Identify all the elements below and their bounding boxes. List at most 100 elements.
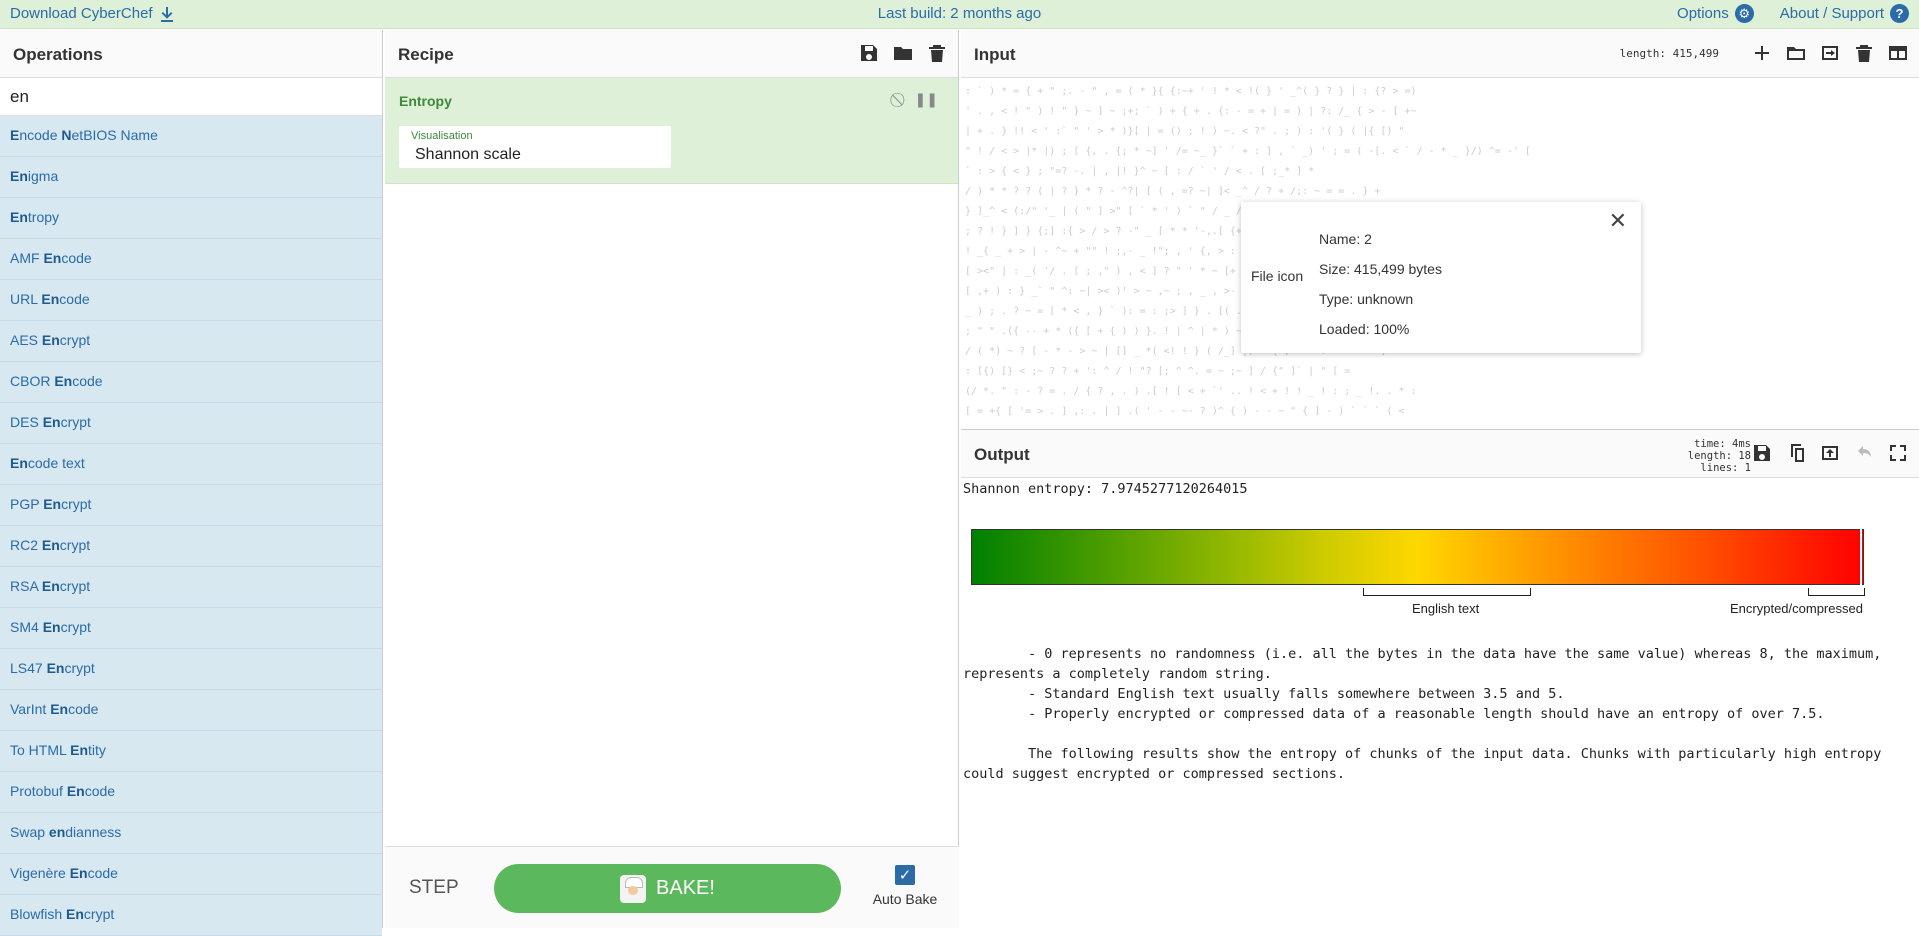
- operation-text: PGP: [10, 496, 43, 512]
- output-length: length: 18: [1688, 450, 1751, 462]
- search-highlight: En: [54, 373, 72, 389]
- clear-input-trash-icon[interactable]: [1853, 42, 1875, 64]
- copy-output-icon[interactable]: [1785, 442, 1807, 464]
- operation-text: crypt: [60, 578, 90, 594]
- operation-list-item[interactable]: SM4 Encrypt: [0, 608, 382, 649]
- operations-list: Encode NetBIOS Name Enigma Entropy AMF Enco…: [0, 116, 382, 936]
- operation-list-item[interactable]: Protobuf Encode: [0, 772, 382, 813]
- search-highlight: En: [10, 455, 28, 471]
- gear-icon[interactable]: ⚙: [1735, 4, 1754, 23]
- operation-list-item[interactable]: Blowfish Encrypt: [0, 895, 382, 936]
- top-banner: Download CyberChef Last build: 2 months …: [0, 0, 1919, 29]
- operations-pane: Operations en Encode NetBIOS Name Enigma E…: [0, 30, 383, 928]
- visualisation-select[interactable]: Visualisation Shannon scale: [399, 126, 671, 168]
- save-output-icon[interactable]: [1751, 442, 1773, 464]
- operation-text: To HTML: [10, 742, 70, 758]
- operation-list-item[interactable]: CBOR Encode: [0, 362, 382, 403]
- operation-text: LS47: [10, 660, 47, 676]
- operation-list-item[interactable]: Vigenère Encode: [0, 854, 382, 895]
- pause-breakpoint-icon[interactable]: ❚❚: [915, 91, 938, 108]
- undo-icon[interactable]: [1853, 442, 1875, 464]
- visualisation-label: Visualisation: [411, 130, 473, 142]
- operation-list-item[interactable]: RSA Encrypt: [0, 567, 382, 608]
- search-highlight: en: [49, 824, 65, 840]
- chef-icon: [620, 875, 646, 903]
- shannon-entropy-line: Shannon entropy: 7.9745277120264015: [963, 481, 1247, 497]
- operation-text: Protobuf: [10, 783, 67, 799]
- input-binary-line: " ! / < > |* |) ; [ {, . {; * ~] ' /= ~_…: [965, 142, 1915, 162]
- about-support-link[interactable]: About / Support: [1780, 5, 1884, 22]
- input-binary-line: ' . , < ! " ) ! " } ~ ] ~ ;+; ` ) + { + …: [965, 102, 1915, 122]
- input-binary-line: | + . } !! < ' :` " ' > * )}[ | = () ; !…: [965, 122, 1915, 142]
- auto-bake-checkbox[interactable]: ✓: [895, 865, 915, 885]
- maximise-output-icon[interactable]: [1887, 442, 1909, 464]
- operation-text: crypt: [61, 414, 91, 430]
- search-highlight: En: [50, 701, 68, 717]
- recipe-operation-entropy[interactable]: Entropy ⃠ ❚❚ Visualisation Shannon scale: [385, 78, 958, 184]
- input-section: Input length: 415,499 : ` ) * = { + " ;.…: [961, 30, 1919, 430]
- operation-text: VarInt: [10, 701, 50, 717]
- operation-list-item[interactable]: DES Encrypt: [0, 403, 382, 444]
- help-icon[interactable]: ?: [1890, 4, 1909, 23]
- bake-button[interactable]: BAKE!: [494, 864, 841, 913]
- operation-list-item[interactable]: PGP Encrypt: [0, 485, 382, 526]
- operation-list-item[interactable]: Entropy: [0, 198, 382, 239]
- recipe-controls: STEP BAKE! ✓ Auto Bake: [385, 846, 959, 928]
- operation-list-item[interactable]: AMF Encode: [0, 239, 382, 280]
- operation-text: RSA: [10, 578, 42, 594]
- step-button[interactable]: STEP: [409, 877, 459, 899]
- operation-list-item[interactable]: URL Encode: [0, 280, 382, 321]
- input-binary-line: ` : > { < } ; "=? -. | , |! }^ ~ [ : / `…: [965, 162, 1915, 182]
- auto-bake-toggle[interactable]: ✓ Auto Bake: [870, 865, 940, 907]
- search-highlight: En: [43, 250, 61, 266]
- input-title: Input: [974, 45, 1016, 65]
- output-lines: lines: 1: [1688, 462, 1751, 474]
- file-size: Size: 415,499 bytes: [1319, 254, 1442, 284]
- clear-recipe-trash-icon[interactable]: [926, 42, 948, 64]
- operation-text: DES: [10, 414, 43, 430]
- open-file-icon[interactable]: [1819, 42, 1841, 64]
- operation-text: Blowfish: [10, 906, 66, 922]
- operation-text: CBOR: [10, 373, 54, 389]
- operation-list-item[interactable]: Swap endianness: [0, 813, 382, 854]
- operation-list-item[interactable]: AES Encrypt: [0, 321, 382, 362]
- input-binary-line: : [{) [} < ;~ ? ? + ': ^ / ! "? [; ^ ^. …: [965, 362, 1915, 382]
- operation-list-item[interactable]: VarInt Encode: [0, 690, 382, 731]
- replace-input-icon[interactable]: [1819, 442, 1841, 464]
- operation-list-item[interactable]: Encode text: [0, 444, 382, 485]
- operation-text: Swap: [10, 824, 49, 840]
- search-highlight: En: [10, 168, 28, 184]
- options-link[interactable]: Options: [1677, 5, 1729, 22]
- operations-search-input[interactable]: en: [0, 78, 382, 116]
- operation-text: ncode: [19, 127, 61, 143]
- save-recipe-icon[interactable]: [858, 42, 880, 64]
- operation-text: AMF: [10, 250, 43, 266]
- layout-icon[interactable]: [1887, 42, 1909, 64]
- output-text[interactable]: Shannon entropy: 7.9745277120264015 Engl…: [961, 478, 1919, 878]
- operation-list-item[interactable]: LS47 Encrypt: [0, 649, 382, 690]
- operation-text: Vigenère: [10, 865, 70, 881]
- output-title: Output: [974, 445, 1030, 465]
- operation-text: crypt: [61, 619, 91, 635]
- operation-text: code: [68, 701, 98, 717]
- input-binary-line: / ) * * ? ? ( | ? } * ? - ^?| [ ( , =? ~…: [965, 182, 1915, 202]
- search-highlight: En: [41, 291, 59, 307]
- operation-list-item[interactable]: Enigma: [0, 157, 382, 198]
- operation-list-item[interactable]: RC2 Encrypt: [0, 526, 382, 567]
- input-binary-line: [ = +{ [ '= > . ] ,: . | ] .( ' - - ~- ?…: [965, 402, 1915, 422]
- operation-text: SM4: [10, 619, 43, 635]
- visualisation-value: Shannon scale: [415, 146, 521, 164]
- operation-list-item[interactable]: Encode NetBIOS Name: [0, 116, 382, 157]
- input-binary-line: : ` ) * = { + " ;. - " , = ( * }{ {:~+ '…: [965, 82, 1915, 102]
- close-icon[interactable]: ✕: [1609, 208, 1627, 234]
- add-tab-icon[interactable]: [1751, 42, 1773, 64]
- input-length: length: 415,499: [1620, 47, 1719, 60]
- file-name: Name: 2: [1319, 224, 1442, 254]
- search-highlight: N: [61, 127, 71, 143]
- operation-text: code: [85, 783, 115, 799]
- open-folder-icon[interactable]: [1785, 42, 1807, 64]
- operation-text: tity: [88, 742, 106, 758]
- load-recipe-folder-icon[interactable]: [892, 42, 914, 64]
- operation-list-item[interactable]: To HTML Entity: [0, 731, 382, 772]
- operation-name: Entropy: [399, 93, 452, 109]
